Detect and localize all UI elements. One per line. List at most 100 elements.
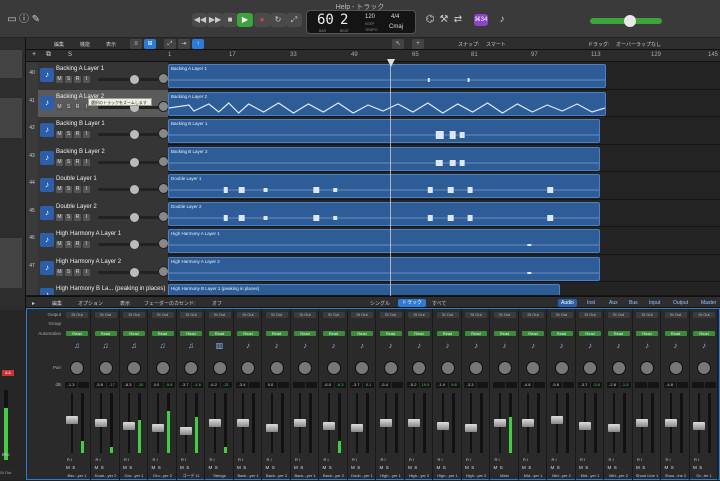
- pan-knob[interactable]: [269, 361, 284, 375]
- mic-icon[interactable]: ♪: [242, 340, 254, 352]
- automation-mode[interactable]: Read: [436, 331, 459, 336]
- track-volume-knob[interactable]: [130, 130, 139, 139]
- mic-icon[interactable]: ♪: [698, 340, 710, 352]
- metronome-button[interactable]: ⤢: [286, 13, 302, 27]
- mute-solo-buttons[interactable]: M S: [465, 465, 474, 470]
- track-volume-slider[interactable]: [98, 215, 160, 219]
- record-input-buttons[interactable]: R I: [181, 457, 186, 462]
- output-slot[interactable]: St Out: [351, 312, 373, 318]
- record-input-buttons[interactable]: R I: [694, 457, 699, 462]
- automation-mode[interactable]: Read: [408, 331, 430, 336]
- volume-fader[interactable]: [379, 419, 392, 427]
- fader-track[interactable]: [470, 393, 472, 453]
- automation-mode[interactable]: Read: [465, 331, 487, 336]
- channel-strip[interactable]: St Out Read ♪ -5.2 19.0 R I M S High...yer 2: [405, 309, 433, 481]
- fader-track[interactable]: [156, 393, 159, 453]
- record-input-buttons[interactable]: R I: [495, 457, 500, 462]
- track-volume-knob[interactable]: [130, 75, 139, 84]
- pan-knob[interactable]: [241, 361, 255, 375]
- output-slot[interactable]: St Out: [151, 312, 174, 318]
- automation-mode[interactable]: Read: [379, 331, 402, 336]
- mute-solo-buttons[interactable]: M S: [294, 465, 303, 470]
- output-slot[interactable]: St Out: [493, 312, 516, 318]
- automation-mode[interactable]: Read: [123, 331, 145, 336]
- mute-solo-buttons[interactable]: M S: [95, 465, 104, 470]
- track-buttons[interactable]: MSRI: [56, 186, 92, 193]
- output-slot[interactable]: St Out: [465, 312, 487, 318]
- view-menu[interactable]: 表示: [106, 41, 116, 48]
- record-input-buttons[interactable]: R I: [438, 457, 443, 462]
- mic-icon[interactable]: ♪: [499, 340, 511, 352]
- pan-knob[interactable]: [640, 361, 654, 375]
- track-row[interactable]: 43 ♪ Backing B Layer 2 MSRI Backing B La…: [26, 144, 720, 172]
- automation-button[interactable]: ↑: [192, 39, 204, 49]
- list-view-button[interactable]: ≡: [130, 39, 142, 49]
- pan-knob[interactable]: [469, 361, 483, 375]
- filter-audio[interactable]: Audio: [558, 299, 577, 307]
- duplicate-track-icon[interactable]: ⧉: [46, 51, 51, 59]
- channel-strip[interactable]: St Out Read ♫ -1.3 R I M S Bac...yer 1: [63, 309, 91, 481]
- mic-icon[interactable]: ♪: [356, 340, 368, 352]
- volume-fader[interactable]: [66, 416, 78, 425]
- track-buttons[interactable]: MSRI: [56, 76, 92, 83]
- all-button[interactable]: すべて: [432, 300, 446, 307]
- mute-solo-buttons[interactable]: M S: [380, 465, 389, 470]
- mute-solo-buttons[interactable]: M S: [636, 465, 645, 470]
- automation-mode[interactable]: Read: [66, 331, 88, 336]
- mixer-icon[interactable]: ▸: [32, 300, 35, 307]
- pan-knob[interactable]: [526, 361, 540, 375]
- pan-knob[interactable]: [298, 361, 312, 375]
- channel-strip[interactable]: St Out Read ♪ R I M S Gr...ler 1: [690, 309, 718, 481]
- mic-icon[interactable]: ♪: [328, 340, 340, 352]
- pan-knob[interactable]: [697, 361, 711, 375]
- mute-solo-buttons[interactable]: M S: [665, 465, 674, 470]
- mic-icon[interactable]: ♪: [271, 340, 283, 352]
- output-slot[interactable]: St Out: [522, 312, 544, 318]
- count-in-icon[interactable]: ⇄: [450, 13, 466, 27]
- lcd-display[interactable]: 60 2 BAR BEAT 120 KEEP TEMPO 4/4 Cmaj: [306, 10, 416, 34]
- automation-mode[interactable]: Read: [522, 331, 544, 336]
- record-input-buttons[interactable]: R I: [324, 457, 329, 462]
- mute-solo-buttons[interactable]: M S: [351, 465, 360, 470]
- record-input-buttons[interactable]: R I: [666, 457, 671, 462]
- play-button[interactable]: ▶: [237, 13, 253, 27]
- drag-value[interactable]: オーバーラップなし: [616, 41, 661, 48]
- track-volume-knob[interactable]: [130, 267, 139, 277]
- volume-fader[interactable]: [351, 424, 363, 433]
- channel-strip[interactable]: St Out Read ♪ -3.4 R I M S Back...yer 1: [234, 309, 262, 481]
- channel-strip[interactable]: St Out Read ▥ -6.2 -21 R I M S Strings: [206, 309, 234, 481]
- output-slot[interactable]: St Out: [66, 312, 88, 318]
- track-header[interactable]: ♪ Backing B Layer 2 MSRI: [38, 144, 169, 172]
- output-slot[interactable]: St Out: [636, 312, 658, 318]
- fader-track[interactable]: [356, 393, 358, 453]
- mute-solo-buttons[interactable]: M S: [209, 465, 218, 470]
- track-volume-slider[interactable]: [98, 270, 160, 274]
- channel-strip[interactable]: St Out Read ♪ -2.8 -1.5 R I M S Mid...yer 2: [605, 309, 633, 481]
- track-header[interactable]: ♪ Double Layer 2 MSRI: [38, 199, 169, 227]
- channel-strip[interactable]: St Out Read ♫ 0.0 -9.8 R I M S Gro...yer 2: [149, 309, 177, 481]
- channel-strip[interactable]: St Out Read ♫ -8.3 -10 R I M S Gro...yer 1: [120, 309, 148, 481]
- mute-solo-buttons[interactable]: M S: [408, 465, 417, 470]
- audio-region[interactable]: Double Layer 1: [168, 174, 600, 198]
- cycle-button[interactable]: ↻: [270, 13, 286, 27]
- output-slot[interactable]: St Out: [180, 312, 202, 318]
- pan-knob[interactable]: [326, 361, 341, 375]
- guitar-icon[interactable]: ♫: [185, 340, 197, 352]
- record-input-buttons[interactable]: R I: [637, 457, 642, 462]
- channel-strip[interactable]: St Out Read ♪ -9.8 R I M S Mid...yer 2: [548, 309, 576, 481]
- mute-solo-buttons[interactable]: M S: [437, 465, 446, 470]
- mic-icon[interactable]: ♪: [641, 340, 653, 352]
- channel-strip[interactable]: St Out Read ♫ -3.7 -4.6 R I M S ゴーデ 11: [177, 309, 205, 481]
- mic-icon[interactable]: ♪: [442, 340, 454, 352]
- output-slot[interactable]: St Out: [94, 312, 117, 318]
- automation-mode[interactable]: Read: [550, 331, 573, 336]
- channel-strip[interactable]: St Out Read ♪ 0.0 R I M S Back...yer 2: [263, 309, 291, 481]
- output-slot[interactable]: St Out: [208, 312, 231, 318]
- mute-solo-buttons[interactable]: M S: [123, 465, 132, 470]
- mute-solo-buttons[interactable]: M S: [551, 465, 560, 470]
- track-row[interactable]: 47 ♪ High Harmony A Layer 2 MSRI High Ha…: [26, 254, 720, 282]
- record-input-buttons[interactable]: R I: [552, 457, 557, 462]
- filter-master[interactable]: Master: [698, 299, 719, 307]
- catch-button[interactable]: ⤢: [164, 39, 176, 49]
- mic-icon[interactable]: ♪: [413, 340, 425, 352]
